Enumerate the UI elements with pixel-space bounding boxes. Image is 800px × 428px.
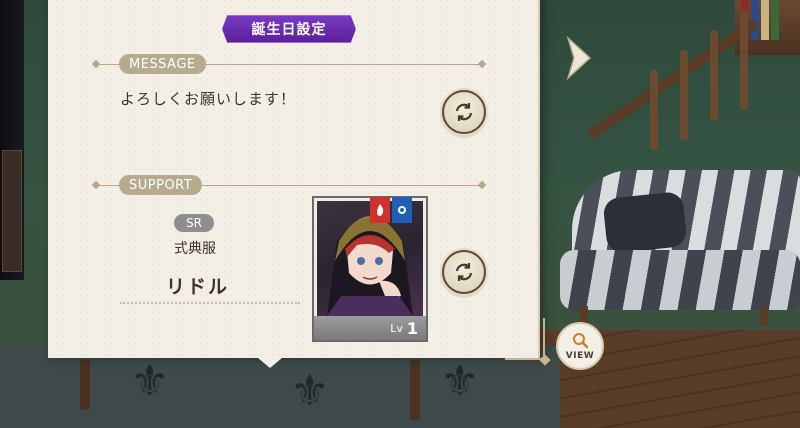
baluster (710, 30, 718, 120)
fire-icon (370, 197, 390, 223)
change-message-button[interactable] (442, 90, 486, 134)
birthday-settings-button[interactable]: 誕生日設定 (222, 15, 356, 43)
rarity-badge: SR (174, 214, 214, 232)
refresh-icon (455, 263, 473, 281)
staircase (560, 0, 800, 160)
rug-motif: ⚜ (130, 356, 170, 407)
level-bar: Lv 1 (314, 316, 426, 340)
table-leg (80, 360, 90, 410)
card-outfit: 式典服 (174, 241, 216, 257)
sofa-leg (760, 306, 768, 326)
striped-sofa (560, 160, 800, 326)
sofa-seat (560, 250, 800, 310)
chevron-right-icon[interactable] (564, 36, 594, 80)
support-section-header: SUPPORT (91, 175, 487, 195)
support-label: SUPPORT (119, 175, 203, 195)
baluster (680, 50, 688, 140)
picture-frame (2, 150, 22, 272)
table-leg (410, 360, 420, 420)
card-character-name: リドル (166, 276, 230, 298)
panel-corner-ornament (505, 318, 545, 360)
view-label: VIEW (565, 351, 595, 361)
cushion (602, 190, 688, 255)
stair-rail (587, 19, 759, 140)
panel-bottom-tab (258, 358, 282, 368)
baluster (740, 10, 748, 110)
rug-motif: ⚜ (290, 366, 330, 417)
baluster (650, 70, 658, 150)
support-card[interactable]: Lv 1 (312, 196, 428, 342)
dotted-divider (120, 302, 300, 304)
message-text: よろしくお願いします！ (120, 90, 297, 108)
view-button[interactable]: VIEW (556, 322, 604, 370)
message-section-header: MESSAGE (91, 54, 487, 74)
left-edge-scene (0, 0, 24, 280)
rug-motif: ⚜ (440, 356, 480, 407)
level-label: Lv (390, 321, 403, 335)
level-value: 1 (406, 318, 418, 338)
refresh-icon (455, 103, 473, 121)
water-icon (392, 197, 412, 223)
magnifier-icon (573, 333, 589, 349)
change-support-button[interactable] (442, 250, 486, 294)
message-label: MESSAGE (119, 54, 206, 74)
